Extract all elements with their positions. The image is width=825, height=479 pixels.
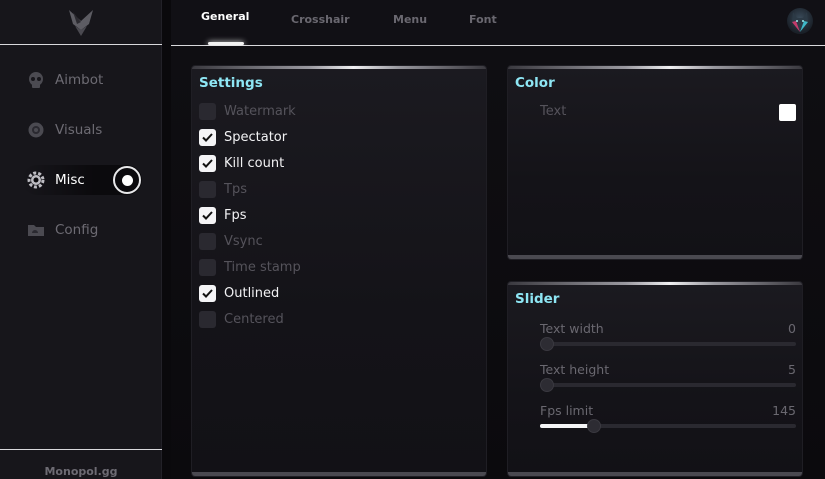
slider-label: Text width — [540, 321, 604, 336]
slider[interactable]: Text width 0 — [540, 321, 796, 357]
slider-value: 0 — [788, 321, 796, 336]
checkbox-label: Watermark — [224, 103, 296, 119]
active-tab-underline — [208, 42, 244, 45]
checkbox[interactable] — [199, 284, 216, 302]
checkmark-icon — [202, 132, 213, 142]
logo — [0, 0, 162, 45]
checkbox-label: Time stamp — [224, 259, 301, 275]
slider[interactable]: Text height 5 — [540, 362, 796, 398]
divider — [0, 449, 162, 450]
checkbox-row[interactable]: Spectator — [199, 128, 287, 146]
checkbox[interactable] — [199, 232, 216, 250]
slider-thumb[interactable] — [540, 337, 554, 351]
checkbox-label: Outlined — [224, 285, 280, 301]
slider-track[interactable] — [540, 383, 796, 387]
checkbox-row[interactable]: Tps — [199, 180, 247, 198]
color-swatch[interactable] — [779, 104, 796, 121]
slider-value: 5 — [788, 362, 796, 377]
divider — [0, 44, 162, 45]
checkmark-icon — [202, 158, 213, 168]
sidebar-item-label: Config — [55, 222, 99, 238]
slider-thumb[interactable] — [540, 378, 554, 392]
slider-value: 145 — [772, 403, 796, 418]
checkbox-label: Fps — [224, 207, 247, 223]
slider-panel: Slider Text width 0 Text height 5 Fps limit 1… — [507, 281, 803, 477]
panel-title: Slider — [515, 291, 560, 307]
checkbox-label: Vsync — [224, 233, 263, 249]
avatar[interactable] — [787, 8, 813, 34]
slider-label: Fps limit — [540, 403, 594, 418]
checkbox-row[interactable]: Outlined — [199, 284, 279, 302]
checkbox-label: Centered — [224, 311, 284, 327]
wolf-avatar-icon — [792, 12, 808, 32]
sidebar-item-config[interactable]: Config — [22, 215, 142, 245]
checkbox-row[interactable]: Time stamp — [199, 258, 301, 276]
tab-crosshair[interactable]: Crosshair — [291, 13, 350, 26]
checkmark-icon — [202, 210, 213, 220]
skull-icon — [22, 68, 50, 92]
folder-icon — [22, 218, 50, 242]
checkmark-icon — [202, 288, 213, 298]
tab-font[interactable]: Font — [469, 13, 497, 26]
checkbox-label: Tps — [224, 181, 247, 197]
sidebar-item-aimbot[interactable]: Aimbot — [22, 65, 142, 95]
tab-bar — [171, 0, 825, 46]
checkbox[interactable] — [199, 258, 216, 276]
checkbox-label: Spectator — [224, 129, 288, 145]
gear-icon — [22, 168, 50, 192]
tab-menu[interactable]: Menu — [393, 13, 427, 26]
sidebar-item-label: Visuals — [55, 122, 103, 138]
slider-track[interactable] — [540, 342, 796, 346]
eye-icon — [22, 118, 50, 142]
checkbox[interactable] — [199, 154, 216, 172]
sidebar-item-misc[interactable]: Misc — [22, 165, 142, 195]
slider-thumb[interactable] — [587, 419, 601, 433]
settings-panel: Settings Watermark Spectator Kill count Tps… — [191, 65, 487, 477]
panel-title: Color — [515, 75, 555, 91]
checkbox[interactable] — [199, 128, 216, 146]
color-label: Text — [540, 104, 567, 119]
separator — [162, 0, 171, 479]
slider-label: Text height — [540, 362, 610, 377]
monopol-logo-icon — [69, 9, 93, 36]
sidebar: Aimbot Visuals Misc Config Monopol.gg — [0, 0, 162, 479]
color-panel: Color Text — [507, 65, 803, 260]
checkbox-label: Kill count — [224, 155, 285, 171]
panel-title: Settings — [199, 75, 263, 91]
checkbox-row[interactable]: Watermark — [199, 102, 296, 120]
sidebar-item-label: Aimbot — [55, 72, 104, 88]
sidebar-item-label: Misc — [55, 172, 85, 188]
checkbox-row[interactable]: Vsync — [199, 232, 263, 250]
checkbox[interactable] — [199, 102, 216, 120]
brand-label: Monopol.gg — [44, 465, 118, 478]
checkbox[interactable] — [199, 180, 216, 198]
active-indicator-toggle — [113, 166, 141, 194]
checkbox-row[interactable]: Centered — [199, 310, 284, 328]
sidebar-item-visuals[interactable]: Visuals — [22, 115, 142, 145]
slider[interactable]: Fps limit 145 — [540, 403, 796, 439]
checkbox[interactable] — [199, 310, 216, 328]
slider-fill — [540, 424, 594, 428]
color-row-text: Text — [540, 104, 796, 122]
checkbox[interactable] — [199, 206, 216, 224]
checkbox-row[interactable]: Kill count — [199, 154, 284, 172]
checkbox-row[interactable]: Fps — [199, 206, 247, 224]
tab-general[interactable]: General — [201, 10, 249, 23]
